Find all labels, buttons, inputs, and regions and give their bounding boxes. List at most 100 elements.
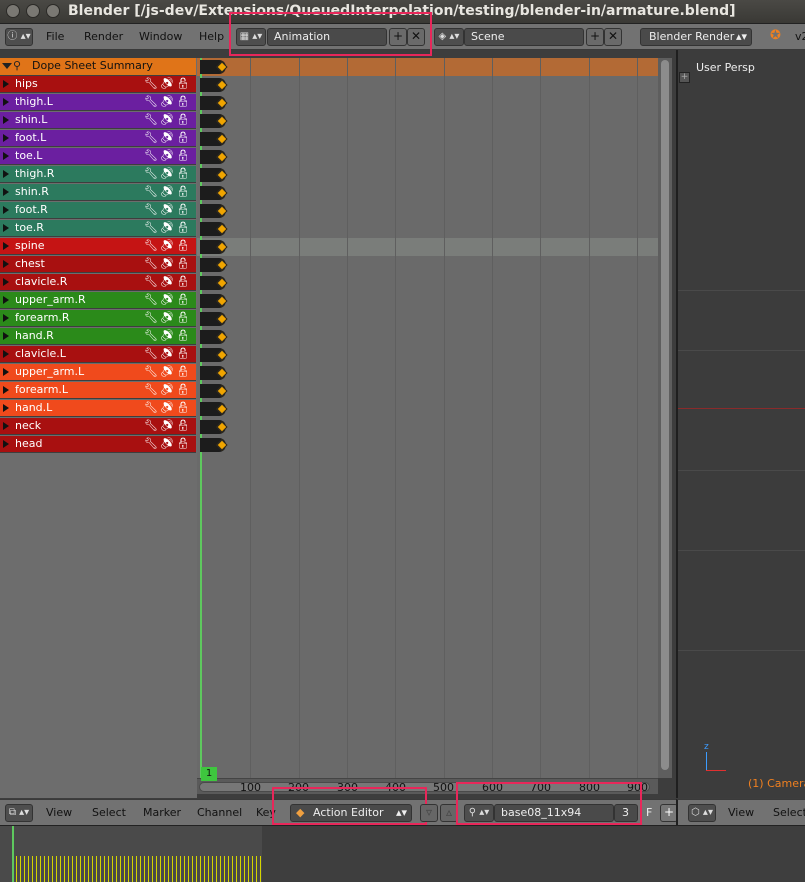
lock-icon[interactable]: 🔓︎ [176, 131, 192, 144]
lock-icon[interactable]: 🔓︎ [176, 275, 192, 288]
menu-help[interactable]: Help [199, 30, 224, 43]
lock-icon[interactable]: 🔓︎ [176, 329, 192, 342]
lock-icon[interactable]: 🔓︎ [176, 437, 192, 450]
lock-icon[interactable]: 🔓︎ [176, 239, 192, 252]
channel-icons[interactable]: 🔧︎🔊︎🔓︎ [144, 167, 192, 180]
mute-speaker-icon[interactable]: 🔊︎ [160, 419, 176, 432]
mute-speaker-icon[interactable]: 🔊︎ [160, 203, 176, 216]
expand-triangle-icon[interactable] [2, 63, 12, 69]
mute-speaker-icon[interactable]: 🔊︎ [160, 131, 176, 144]
channel-row[interactable]: hand.L 🔧︎🔊︎🔓︎ [0, 400, 196, 417]
lock-icon[interactable]: 🔓︎ [176, 95, 192, 108]
modifier-wrench-icon[interactable]: 🔧︎ [144, 275, 160, 288]
lock-icon[interactable]: 🔓︎ [176, 167, 192, 180]
channel-row[interactable]: clavicle.R 🔧︎🔊︎🔓︎ [0, 274, 196, 291]
channel-row[interactable]: toe.L 🔧︎🔊︎🔓︎ [0, 148, 196, 165]
mute-speaker-icon[interactable]: 🔊︎ [160, 95, 176, 108]
menu-view[interactable]: View [46, 806, 72, 819]
expand-triangle-icon[interactable] [3, 278, 9, 286]
channel-icons[interactable]: 🔧︎🔊︎🔓︎ [144, 383, 192, 396]
dope-sheet-keyframe-area[interactable] [197, 58, 658, 778]
channel-icons[interactable]: 🔧︎🔊︎🔓︎ [144, 347, 192, 360]
add-scene-icon[interactable]: + [586, 28, 604, 46]
expand-triangle-icon[interactable] [3, 296, 9, 304]
mute-speaker-icon[interactable]: 🔊︎ [160, 185, 176, 198]
lock-icon[interactable]: 🔓︎ [176, 383, 192, 396]
toolshelf-expand-icon[interactable]: + [679, 72, 690, 83]
lock-icon[interactable]: 🔓︎ [176, 365, 192, 378]
channel-icons[interactable]: 🔧︎🔊︎🔓︎ [144, 329, 192, 342]
vertical-scrollbar[interactable] [658, 58, 672, 778]
menu-file[interactable]: File [46, 30, 64, 43]
lock-icon[interactable]: 🔓︎ [176, 401, 192, 414]
expand-triangle-icon[interactable] [3, 206, 9, 214]
editor-type-3dview-dropdown[interactable]: ⬡ ▴▾ [688, 804, 716, 822]
channel-row[interactable]: hand.R 🔧︎🔊︎🔓︎ [0, 328, 196, 345]
channel-icons[interactable]: 🔧︎🔊︎🔓︎ [144, 275, 192, 288]
lock-icon[interactable]: 🔓︎ [176, 419, 192, 432]
modifier-wrench-icon[interactable]: 🔧︎ [144, 167, 160, 180]
bottom-timeline[interactable] [0, 825, 805, 882]
channel-row[interactable]: thigh.R 🔧︎🔊︎🔓︎ [0, 166, 196, 183]
channel-row[interactable]: head 🔧︎🔊︎🔓︎ [0, 436, 196, 453]
channel-icons[interactable]: 🔧︎🔊︎🔓︎ [144, 203, 192, 216]
expand-triangle-icon[interactable] [3, 98, 9, 106]
mute-speaker-icon[interactable]: 🔊︎ [160, 437, 176, 450]
channel-row[interactable]: forearm.L 🔧︎🔊︎🔓︎ [0, 382, 196, 399]
channel-icons[interactable]: 🔧︎🔊︎🔓︎ [144, 293, 192, 306]
expand-triangle-icon[interactable] [3, 386, 9, 394]
modifier-wrench-icon[interactable]: 🔧︎ [144, 131, 160, 144]
mute-speaker-icon[interactable]: 🔊︎ [160, 239, 176, 252]
mute-speaker-icon[interactable]: 🔊︎ [160, 347, 176, 360]
lock-icon[interactable]: 🔓︎ [176, 311, 192, 324]
expand-triangle-icon[interactable] [3, 350, 9, 358]
modifier-wrench-icon[interactable]: 🔧︎ [144, 311, 160, 324]
modifier-wrench-icon[interactable]: 🔧︎ [144, 437, 160, 450]
lock-icon[interactable]: 🔓︎ [176, 347, 192, 360]
push-down-icon[interactable]: ▿ [420, 804, 438, 822]
mute-speaker-icon[interactable]: 🔊︎ [160, 167, 176, 180]
editor-type-dopesheet-dropdown[interactable]: ⧉ ▴▾ [5, 804, 33, 822]
channel-row[interactable]: clavicle.L 🔧︎🔊︎🔓︎ [0, 346, 196, 363]
lock-icon[interactable]: 🔓︎ [176, 149, 192, 162]
expand-triangle-icon[interactable] [3, 188, 9, 196]
modifier-wrench-icon[interactable]: 🔧︎ [144, 401, 160, 414]
mute-speaker-icon[interactable]: 🔊︎ [160, 293, 176, 306]
channel-icons[interactable]: 🔧︎🔊︎🔓︎ [144, 77, 192, 90]
channel-icons[interactable]: 🔧︎🔊︎🔓︎ [144, 257, 192, 270]
channel-row[interactable]: upper_arm.L 🔧︎🔊︎🔓︎ [0, 364, 196, 381]
menu-select-3d[interactable]: Select [773, 806, 805, 819]
lock-icon[interactable]: 🔓︎ [176, 77, 192, 90]
current-frame-line[interactable] [200, 58, 202, 778]
lock-icon[interactable]: 🔓︎ [176, 221, 192, 234]
mute-speaker-icon[interactable]: 🔊︎ [160, 329, 176, 342]
modifier-wrench-icon[interactable]: 🔧︎ [144, 329, 160, 342]
scrollbar-thumb[interactable] [661, 60, 669, 770]
mute-speaker-icon[interactable]: 🔊︎ [160, 311, 176, 324]
channel-row[interactable]: shin.R 🔧︎🔊︎🔓︎ [0, 184, 196, 201]
expand-triangle-icon[interactable] [3, 134, 9, 142]
expand-triangle-icon[interactable] [3, 260, 9, 268]
channel-row[interactable]: hips 🔧︎🔊︎🔓︎ [0, 76, 196, 93]
expand-triangle-icon[interactable] [3, 368, 9, 376]
modifier-wrench-icon[interactable]: 🔧︎ [144, 77, 160, 90]
channel-row[interactable]: toe.R 🔧︎🔊︎🔓︎ [0, 220, 196, 237]
menu-view-3d[interactable]: View [728, 806, 754, 819]
modifier-wrench-icon[interactable]: 🔧︎ [144, 149, 160, 162]
channel-row[interactable]: chest 🔧︎🔊︎🔓︎ [0, 256, 196, 273]
mute-speaker-icon[interactable]: 🔊︎ [160, 257, 176, 270]
expand-triangle-icon[interactable] [3, 224, 9, 232]
channel-row[interactable]: forearm.R 🔧︎🔊︎🔓︎ [0, 310, 196, 327]
expand-triangle-icon[interactable] [3, 116, 9, 124]
channel-icons[interactable]: 🔧︎🔊︎🔓︎ [144, 239, 192, 252]
mute-speaker-icon[interactable]: 🔊︎ [160, 113, 176, 126]
expand-triangle-icon[interactable] [3, 80, 9, 88]
close-window-icon[interactable] [6, 4, 20, 18]
modifier-wrench-icon[interactable]: 🔧︎ [144, 383, 160, 396]
lock-icon[interactable]: 🔓︎ [176, 293, 192, 306]
minimize-window-icon[interactable] [26, 4, 40, 18]
expand-triangle-icon[interactable] [3, 314, 9, 322]
channel-icons[interactable]: 🔧︎🔊︎🔓︎ [144, 401, 192, 414]
mute-speaker-icon[interactable]: 🔊︎ [160, 383, 176, 396]
expand-triangle-icon[interactable] [3, 440, 9, 448]
